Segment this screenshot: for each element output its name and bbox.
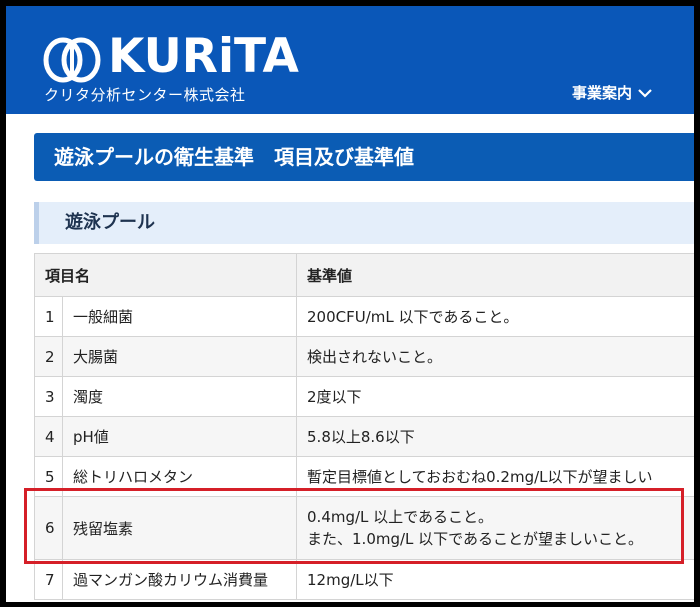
row-standard-value: 2度以下 (296, 376, 694, 417)
row-number: 6 (34, 496, 63, 560)
row-item-name: 大腸菌 (61, 336, 298, 377)
section-heading: 遊泳プール (34, 202, 694, 244)
row-item-name: 総トリハロメタン (61, 456, 298, 497)
company-name: クリタ分析センター株式会社 (44, 86, 246, 104)
row-standard-value: 暫定目標値としておおむね0.2mg/L以下が望ましい (296, 456, 694, 497)
page-title: 遊泳プールの衛生基準 項目及び基準値 (34, 133, 694, 181)
row-item-name: 濁度 (61, 376, 298, 417)
row-item-name: pH値 (61, 416, 298, 457)
row-item-name: 一般細菌 (61, 296, 298, 337)
page-frame: KURiTA クリタ分析センター株式会社 事業案内 遊泳プールの衛生基準 項目及… (6, 6, 694, 602)
table-row: 1 一般細菌 200CFU/mL 以下であること。 (34, 296, 694, 337)
table-header-row: 項目名 基準値 (33, 253, 694, 297)
row-number: 7 (34, 559, 63, 600)
row-item-name: 残留塩素 (61, 496, 298, 560)
column-header-value: 基準値 (296, 253, 694, 297)
nav-business-label: 事業案内 (572, 84, 633, 102)
value-line: また、1.0mg/L 以下であることが望ましいこと。 (307, 530, 644, 548)
row-number: 1 (34, 296, 63, 337)
row-standard-value: 5.8以上8.6以下 (296, 416, 694, 457)
row-standard-value: 12mg/L以下 (296, 559, 694, 600)
table-row: 6 残留塩素 0.4mg/L 以上であること。 また、1.0mg/L 以下である… (34, 496, 694, 560)
logo-wordmark[interactable]: KURiTA (108, 32, 299, 82)
table-row: 5 総トリハロメタン 暫定目標値としておおむね0.2mg/L以下が望ましい (34, 456, 694, 497)
row-item-name: 過マンガン酸カリウム消費量 (61, 559, 298, 600)
row-number: 4 (34, 416, 63, 457)
value-line: 0.4mg/L 以上であること。 (307, 508, 494, 526)
nav-business-menu[interactable]: 事業案内 (572, 82, 652, 104)
row-number: 3 (34, 376, 63, 417)
kurita-logo-icon[interactable] (43, 36, 101, 84)
row-standard-value: 200CFU/mL 以下であること。 (296, 296, 694, 337)
row-number: 2 (34, 336, 63, 377)
row-standard-value: 0.4mg/L 以上であること。 また、1.0mg/L 以下であることが望ましい… (296, 496, 694, 560)
table-row: 3 濁度 2度以下 (34, 376, 694, 417)
chevron-down-icon (638, 89, 652, 98)
row-number: 5 (34, 456, 63, 497)
site-header: KURiTA クリタ分析センター株式会社 事業案内 (6, 6, 694, 114)
table-row: 4 pH値 5.8以上8.6以下 (34, 416, 694, 457)
table-row: 2 大腸菌 検出されないこと。 (34, 336, 694, 377)
row-standard-value: 検出されないこと。 (296, 336, 694, 377)
standards-table: 項目名 基準値 1 一般細菌 200CFU/mL 以下であること。 2 大腸菌 … (33, 253, 694, 600)
column-header-item: 項目名 (33, 253, 298, 297)
table-row: 7 過マンガン酸カリウム消費量 12mg/L以下 (34, 559, 694, 600)
